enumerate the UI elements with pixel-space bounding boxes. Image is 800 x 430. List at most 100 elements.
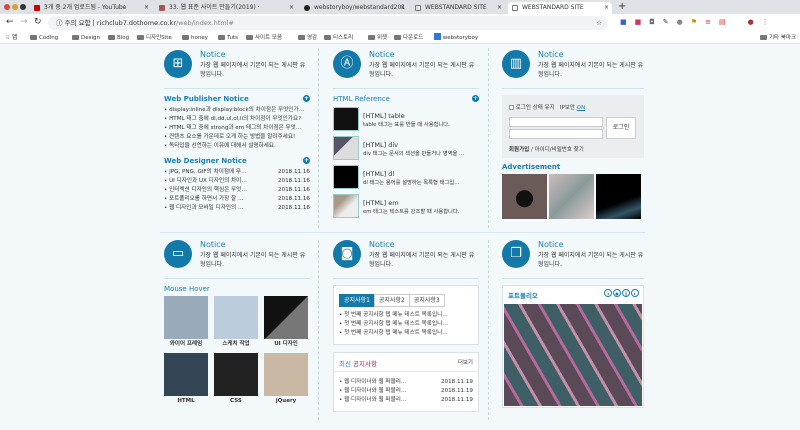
extension-icon[interactable]: ●	[677, 18, 683, 26]
eyedropper-icon[interactable]: ✎	[663, 18, 669, 26]
hover-item[interactable]: UI 디자인	[264, 296, 308, 349]
bookmark[interactable]: 사이트 모음	[246, 33, 282, 43]
hover-item[interactable]: 스케치 작업	[214, 296, 258, 349]
close-tab-icon[interactable]: ×	[289, 2, 294, 14]
close-window-button[interactable]	[4, 4, 10, 10]
reference-item[interactable]: [HTML] dl dl 태그는 용어를 설명하는 목록형 태그입…	[333, 164, 479, 192]
list-item[interactable]: • HTML 태그 중에 strong과 em 태그의 차이점은 무엇…	[164, 124, 310, 133]
account-links: 회원가입 / 아이디/비밀번호 찾기	[509, 147, 584, 153]
list-item[interactable]: • JPG, PNG, GIF의 차이점에 무… 2018.11.16	[164, 168, 310, 177]
publisher-column: ⊞ Notice 가장 웹 페이지에서 기본이 되는 게시판 유형입니다. Web …	[164, 50, 310, 213]
bookmark[interactable]: 티스토리	[324, 33, 353, 43]
column-divider	[318, 48, 319, 228]
list-item[interactable]: • 웹 디자이너와 웹 퍼블리… 2018.11.19	[339, 378, 473, 387]
url-input[interactable]: ⓘ 주의 요함 | richclub7.dothome.co.kr/web/in…	[48, 16, 608, 30]
bookmark[interactable]: 위젯	[368, 33, 387, 43]
reference-item[interactable]: [HTML] table table 태그는 표를 만들 때 사용합니다.	[333, 106, 479, 134]
tab-webstandard-active[interactable]: WEBSTANDARD SITE ×	[508, 2, 612, 14]
bookmark[interactable]: honey	[182, 33, 208, 43]
tab-notice-2[interactable]: 공지사항2	[373, 294, 410, 307]
portfolio-image[interactable]	[504, 304, 642, 406]
ad-image[interactable]	[596, 174, 641, 219]
user-id-input[interactable]	[509, 117, 603, 127]
close-tab-icon[interactable]: ×	[497, 2, 502, 14]
thumbnail	[264, 353, 308, 396]
back-icon[interactable]: ←	[6, 17, 14, 27]
forward-icon[interactable]: →	[20, 17, 28, 27]
play-button[interactable]: ●	[613, 289, 621, 297]
tab-github[interactable]: webstoryboy/webstandard201 ×	[300, 2, 408, 14]
next-button[interactable]: ▸	[631, 289, 639, 297]
hover-column: ▭ Notice 가장 웹 페이지에서 기본이 되는 게시판 유형입니다. Mous…	[164, 240, 310, 406]
tab-notice-1[interactable]: 공지사항1	[339, 294, 375, 307]
more-plus-icon[interactable]: +	[303, 157, 310, 164]
list-item[interactable]: • display:inline과 display:block의 차이점은 무엇…	[164, 106, 310, 115]
bookmark[interactable]: 영감	[298, 33, 317, 43]
extension-icon[interactable]: ≡	[705, 18, 711, 26]
more-link[interactable]: 더보기	[458, 358, 473, 366]
reload-icon[interactable]: ↻	[34, 17, 42, 27]
hover-item[interactable]: CSS	[214, 353, 258, 406]
profile-icon[interactable]: ●	[748, 18, 754, 26]
list-item[interactable]: • 웹 디자이너와 웹 퍼블리… 2018.11.19	[339, 396, 473, 405]
bookmark[interactable]: 디자인Site	[137, 33, 172, 43]
bookmark[interactable]: 다운로드	[394, 33, 423, 43]
prev-button[interactable]: ◂	[604, 289, 612, 297]
bookmark-webstoryboy[interactable]: webstoryboy	[434, 33, 478, 43]
apps-icon[interactable]: ⁝⁝ 앱	[6, 33, 17, 43]
list-item[interactable]: • 첫 번째 공지사항 탭 메뉴 테스트 목록입니…	[339, 311, 473, 320]
extension-icon[interactable]: ■	[635, 18, 642, 26]
keep-login-checkbox[interactable]	[509, 105, 514, 110]
ad-image[interactable]	[549, 174, 594, 219]
list-item[interactable]: • 독타입을 선언하는 이유에 대해서 설명하세요.	[164, 142, 310, 151]
reference-item[interactable]: [HTML] em em 태그는 텍스트를 강조할 때 사용합니다.	[333, 193, 479, 221]
bookmark[interactable]: Design	[72, 33, 100, 43]
tab-notice-3[interactable]: 공지사항3	[408, 294, 445, 307]
find-account-link[interactable]: 아이디/비밀번호 찾기	[535, 147, 584, 153]
bookmark[interactable]: Tuts	[218, 33, 238, 43]
bookmark-star-icon[interactable]: ☆	[596, 16, 602, 30]
tab-lecture[interactable]: 33. 웹 표준 사이트 만들기(2019) · ×	[155, 2, 297, 14]
bookmark[interactable]: Blog	[108, 33, 129, 43]
camera-icon[interactable]: ◘	[649, 18, 655, 26]
hover-item[interactable]: HTML	[164, 353, 208, 406]
divider	[502, 88, 644, 89]
list-item[interactable]: • 웹 디자인과 모바일 디자인의 … 2018.11.16	[164, 204, 310, 213]
reference-item[interactable]: [HTML] div div 태그는 문서의 섹션을 만들거나 영역을 …	[333, 135, 479, 163]
ad-image[interactable]	[502, 174, 547, 219]
list-item[interactable]: • 첫 번째 공지사항 탭 메뉴 테스트 목록입니…	[339, 329, 473, 338]
flag-icon[interactable]: ⚑	[691, 18, 697, 26]
more-plus-icon[interactable]: +	[472, 95, 479, 102]
signup-link[interactable]: 회원가입	[509, 147, 529, 153]
minimize-window-button[interactable]	[12, 4, 18, 10]
translate-icon[interactable]: ■	[620, 18, 627, 26]
list-item[interactable]: • HTML 태그 중에 dl,dd,ul,ol,li의 차이점이 무엇인가요?	[164, 115, 310, 124]
list-item[interactable]: • 웹 디자이너와 웹 퍼블리… 2018.11.19	[339, 387, 473, 396]
maximize-window-button[interactable]	[20, 4, 26, 10]
notice-header: ▭ Notice 가장 웹 페이지에서 기본이 되는 게시판 유형입니다.	[164, 240, 310, 276]
hover-item[interactable]: jQuery	[264, 353, 308, 406]
new-tab-button[interactable]: +	[618, 1, 626, 12]
other-bookmarks[interactable]: 기타 북마크	[760, 33, 796, 43]
password-input[interactable]	[509, 129, 603, 139]
ip-security-toggle[interactable]: ON	[577, 105, 585, 111]
tab-youtube[interactable]: 3개 중 2개 업로드됨 - YouTube ×	[30, 2, 152, 14]
url-host: richclub7.dothome.co.kr	[96, 19, 176, 27]
bookmark[interactable]: Coding	[30, 33, 58, 43]
list-item[interactable]: • 포트폴리오를 하면서 가장 잘 … 2018.11.16	[164, 195, 310, 204]
hover-item[interactable]: 와이어 프레임	[164, 296, 208, 349]
more-plus-icon[interactable]: +	[303, 95, 310, 102]
portfolio-column: ❐ Notice 가장 웹 페이지에서 기본이 되는 게시판 유형입니다. 포트폴리…	[502, 240, 644, 408]
close-tab-icon[interactable]: ×	[604, 2, 609, 14]
list-item[interactable]: • UI 디자인과 UX 디자인의 차이… 2018.11.16	[164, 177, 310, 186]
list-item[interactable]: • 첫 번째 공지사항 탭 메뉴 테스트 목록입니…	[339, 320, 473, 329]
pause-button[interactable]: ‖	[622, 289, 630, 297]
close-tab-icon[interactable]: ×	[144, 2, 149, 14]
login-button[interactable]: 로그인	[606, 117, 636, 139]
tab-webstandard[interactable]: WEBSTANDARD SITE ×	[411, 2, 505, 14]
extension-icon[interactable]: ▤	[719, 18, 726, 26]
list-item[interactable]: • 컨텐츠 요소를 가운데로 오게 하는 방법을 알려주세요!	[164, 133, 310, 142]
menu-icon[interactable]: ⋮	[762, 18, 769, 26]
list-item[interactable]: • 인터렉션 디자인의 핵심은 무엇… 2018.11.16	[164, 186, 310, 195]
close-tab-icon[interactable]: ×	[400, 2, 405, 14]
